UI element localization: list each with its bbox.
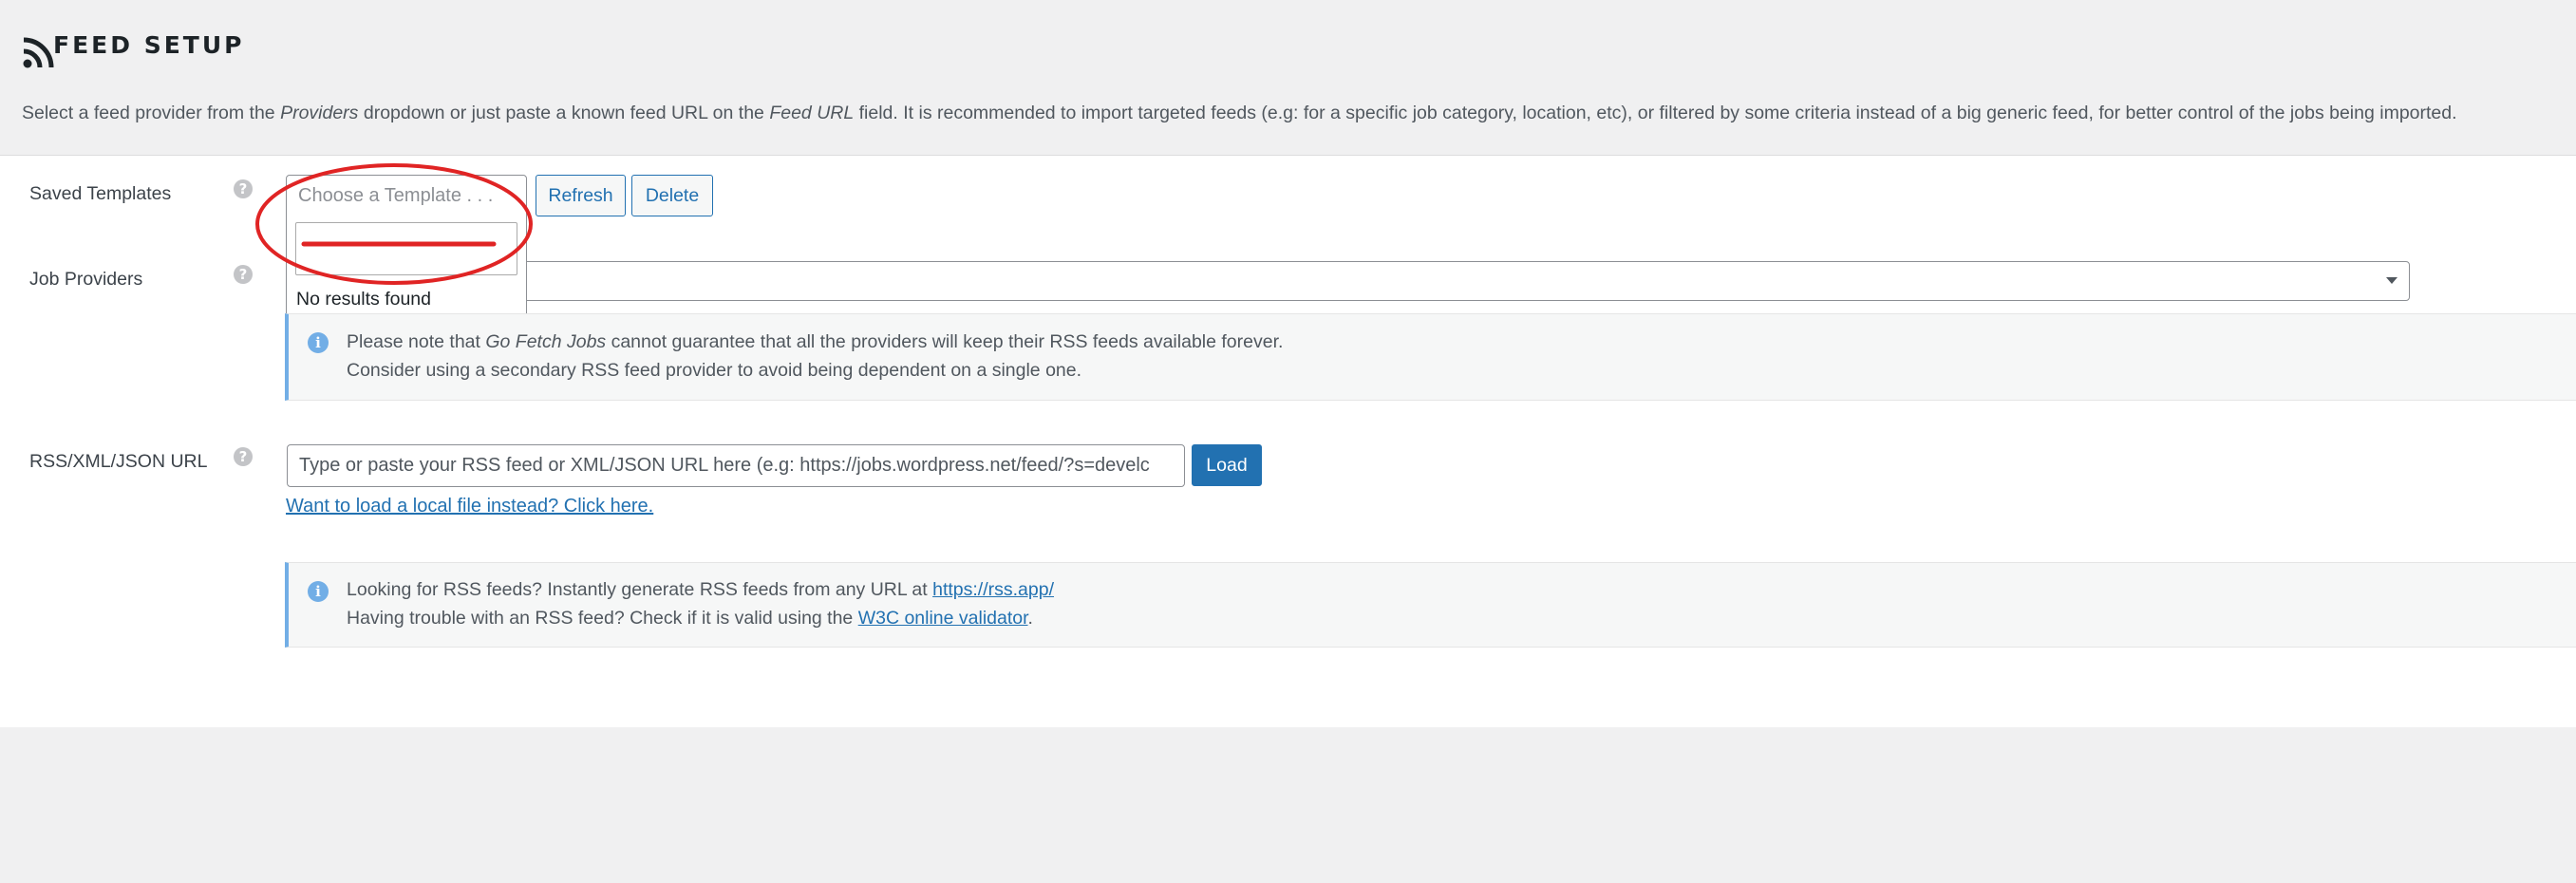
info-icon: i [308,581,329,602]
no-results-message: No results found [296,289,431,310]
job-providers-select[interactable] [286,261,2410,301]
notice-line: Having trouble with an RSS feed? Check i… [347,608,1033,629]
help-icon[interactable]: ? [234,179,253,198]
rss-app-link[interactable]: https://rss.app/ [932,579,1054,600]
load-button[interactable]: Load [1192,444,1262,486]
job-providers-label: Job Providers [29,269,143,290]
rss-notice: i Looking for RSS feeds? Instantly gener… [285,562,2576,648]
delete-button[interactable]: Delete [631,175,713,216]
template-select[interactable]: Choose a Template . . . [286,175,527,216]
intro-text: Select a feed provider from the Provider… [22,103,2457,123]
feed-url-emphasis: Feed URL [769,103,855,123]
notice-line: Looking for RSS feeds? Instantly generat… [347,579,1055,600]
help-icon[interactable]: ? [234,265,253,284]
load-local-file-link[interactable]: Want to load a local file instead? Click… [286,496,653,517]
help-icon[interactable]: ? [234,447,253,466]
providers-emphasis: Providers [280,103,359,123]
info-icon: i [308,332,329,353]
notice-line: Consider using a secondary RSS feed prov… [347,360,1082,381]
providers-notice: i Please note that Go Fetch Jobs cannot … [285,313,2576,401]
rss-icon [23,30,57,68]
page-title: FEED SETUP [53,30,245,59]
page-header: FEED SETUP [23,28,245,68]
dropdown-search-input[interactable] [295,222,517,275]
w3c-validator-link[interactable]: W3C online validator [858,608,1028,629]
notice-line: Please note that Go Fetch Jobs cannot gu… [347,331,1284,352]
chevron-down-icon [2386,277,2397,284]
rss-url-label: RSS/XML/JSON URL [29,451,208,472]
refresh-button[interactable]: Refresh [536,175,626,216]
saved-templates-label: Saved Templates [29,183,172,204]
feed-url-input[interactable] [287,444,1185,487]
